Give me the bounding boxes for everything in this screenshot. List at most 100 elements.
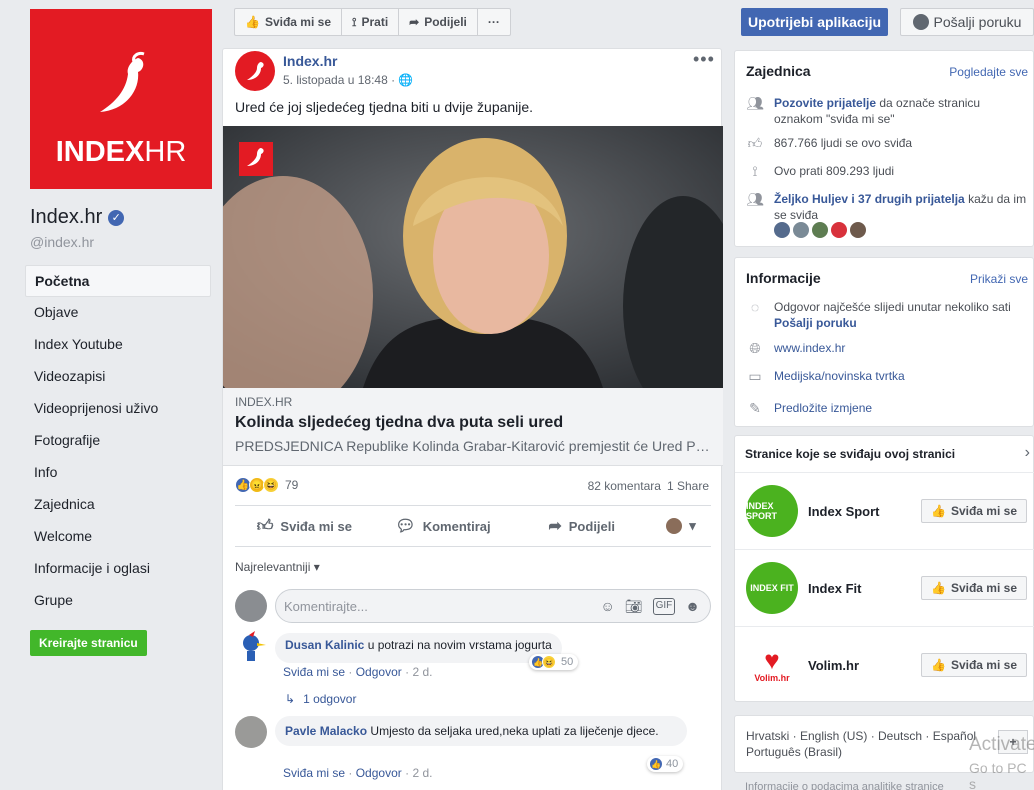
commenter-avatar[interactable] [235, 716, 267, 748]
avatar[interactable] [812, 222, 828, 238]
link-title[interactable]: Kolinda sljedećeg tjedna dva puta seli u… [235, 414, 563, 432]
more-options-button[interactable]: ··· [478, 9, 510, 35]
post-comment-button[interactable]: 💬︎ Komentiraj [374, 516, 513, 536]
emoji-icon[interactable]: ☺ [601, 598, 615, 615]
avatar[interactable] [831, 222, 847, 238]
liked-page-like-button[interactable]: 👍 Sviđa mi se [921, 653, 1027, 677]
liked-page-item[interactable]: INDEX FIT Index Fit 👍 Sviđa mi se [735, 549, 1034, 626]
chili-pepper-icon [100, 52, 145, 112]
liked-page-like-button[interactable]: 👍 Sviđa mi se [921, 499, 1027, 523]
comment-age[interactable]: 2 d. [412, 766, 432, 780]
post-stats: 82 komentara 1 Share [588, 479, 709, 493]
language-list[interactable]: Hrvatski · English (US) · Deutsch · Espa… [746, 728, 986, 760]
view-replies-link[interactable]: ↳ 1 odgovor [285, 692, 356, 706]
comment-reactions[interactable]: 👍 40 [647, 756, 684, 772]
community-see-all-link[interactable]: Pogledajte sve [949, 65, 1028, 79]
nav-item-info[interactable]: Info [25, 457, 211, 489]
sticker-icon[interactable]: ☻ [685, 598, 700, 615]
gif-icon[interactable]: GIF [652, 598, 676, 615]
invite-friends-link[interactable]: Pozovite prijatelje [774, 96, 876, 110]
info-send-message-link[interactable]: Pošalji poruku [774, 316, 857, 330]
nav-item-objave[interactable]: Objave [25, 297, 211, 329]
commenter-name[interactable]: Pavle Malacko [285, 724, 367, 738]
liked-page-item[interactable]: ♥ Volim.hr Volim.hr 👍 Sviđa mi se [735, 626, 1034, 703]
liked-page-item[interactable]: INDEX SPORT Index Sport 👍 Sviđa mi se [735, 472, 1034, 549]
website-link[interactable]: www.index.hr [774, 340, 845, 356]
comment-input[interactable]: Komentirajte... ☺ 📷︎ GIF ☻ [275, 589, 711, 623]
analytics-info-link[interactable]: Informacije o podacima analitike stranic… [745, 781, 944, 790]
comment-like-link[interactable]: Sviđa mi se [283, 665, 345, 679]
share-page-button[interactable]: ➦ Podijeli [399, 9, 478, 35]
follow-label: Prati [361, 15, 389, 29]
response-time-text: Odgovor najčešće slijedi unutar nekoliko… [774, 300, 1011, 314]
comment-text: Umjesto da seljaka ured,neka uplati za l… [370, 724, 659, 738]
page-handle[interactable]: @index.hr [30, 234, 94, 250]
avatar[interactable] [774, 222, 790, 238]
language-link-pt[interactable]: Português (Brasil) [746, 745, 842, 759]
use-app-button[interactable]: Upotrijebi aplikaciju [741, 8, 888, 36]
liked-page-name[interactable]: Volim.hr [808, 658, 921, 673]
post-text: Ured će joj sljedećeg tjedna biti u dvij… [235, 99, 534, 115]
reaction-identity-selector[interactable]: ▾ [651, 518, 711, 534]
suggest-edits-row: ✎ Predložite izmjene [746, 400, 872, 416]
comment-reply-link[interactable]: Odgovor [356, 665, 402, 679]
camera-icon[interactable]: 📷︎ [625, 598, 643, 615]
suggest-edits-link[interactable]: Predložite izmjene [774, 400, 872, 416]
avatar[interactable] [793, 222, 809, 238]
nav-item-welcome[interactable]: Welcome [25, 521, 211, 553]
post-timestamp[interactable]: 5. listopada u 18:48 · 🌐 [283, 73, 413, 87]
post-author-avatar[interactable] [235, 51, 275, 91]
send-message-button[interactable]: Pošalji poruku [900, 8, 1034, 36]
post-author-name[interactable]: Index.hr [283, 53, 337, 69]
post-options-button[interactable]: ••• [693, 49, 715, 70]
create-page-button[interactable]: Kreirajte stranicu [30, 630, 147, 656]
shares-count-link[interactable]: 1 Share [667, 479, 709, 493]
like-page-button[interactable]: 👍 Sviđa mi se [235, 9, 342, 35]
page-name-text: Index.hr [30, 206, 103, 228]
thumbs-up-icon: 👍 [931, 504, 946, 518]
follows-count: Ovo prati 809.293 ljudi [774, 164, 895, 178]
liked-page-like-button[interactable]: 👍 Sviđa mi se [921, 576, 1027, 600]
post-comment-label: Komentiraj [422, 518, 491, 534]
nav-item-videozapisi[interactable]: Videozapisi [25, 361, 211, 393]
language-links[interactable]: Hrvatski · English (US) · Deutsch · Espa… [746, 729, 976, 743]
separator: · [348, 766, 353, 780]
chevron-right-icon[interactable]: › [1025, 444, 1030, 462]
reaction-summary[interactable]: 👍 😠 😆 79 [235, 477, 298, 493]
comment-sort-dropdown[interactable]: Najrelevantniji ▾ [235, 560, 320, 574]
liked-pages-card: Stranice koje se sviđaju ovoj stranici ›… [734, 435, 1034, 702]
page-title[interactable]: Index.hr ✓ [30, 206, 125, 229]
nav-item-videoprijenosi[interactable]: Videoprijenosi uživo [25, 393, 211, 425]
commenter-avatar[interactable] [235, 631, 267, 663]
nav-item-grupe[interactable]: Grupe [25, 585, 211, 617]
like-label: Sviđa mi se [950, 504, 1017, 518]
category-link[interactable]: Medijska/novinska tvrtka [774, 368, 905, 384]
liked-page-name[interactable]: Index Fit [808, 581, 921, 596]
heart-icon: ♥ [764, 645, 780, 675]
nav-item-fotografije[interactable]: Fotografije [25, 425, 211, 457]
nav-item-pocetna[interactable]: Početna [25, 265, 211, 297]
avatar[interactable] [850, 222, 866, 238]
post-share-button[interactable]: ➦ Podijeli [512, 516, 651, 536]
liked-page-name[interactable]: Index Sport [808, 504, 921, 519]
comment-age[interactable]: 2 d. [412, 665, 432, 679]
link-preview-image[interactable] [223, 126, 723, 388]
comments-count-link[interactable]: 82 komentara [588, 479, 661, 493]
commenter-name[interactable]: Dusan Kalinic [285, 638, 364, 652]
comment-reply-link[interactable]: Odgovor [356, 766, 402, 780]
separator: · [405, 766, 410, 780]
nav-item-zajednica[interactable]: Zajednica [25, 489, 211, 521]
comment-reactions[interactable]: 👍 😆 50 [529, 654, 579, 670]
follow-button[interactable]: ⟟ Prati [342, 9, 400, 35]
page-logo[interactable]: INDEXHR [30, 9, 212, 189]
rss-icon: ⟟ [752, 163, 758, 179]
post-like-button[interactable]: 👍︎ Sviđa mi se [235, 517, 374, 536]
nav-item-index-youtube[interactable]: Index Youtube [25, 329, 211, 361]
comment-like-link[interactable]: Sviđa mi se [283, 766, 345, 780]
friends-like-link[interactable]: Željko Huljev i 37 drugih prijatelja [774, 192, 965, 206]
post-like-label: Sviđa mi se [280, 518, 352, 534]
nav-item-informacije-oglasi[interactable]: Informacije i oglasi [25, 553, 211, 585]
thumbs-up-outline-icon: 👍︎ [256, 517, 274, 535]
post-share-label: Podijeli [568, 518, 615, 534]
info-see-all-link[interactable]: Prikaži sve [970, 272, 1028, 286]
